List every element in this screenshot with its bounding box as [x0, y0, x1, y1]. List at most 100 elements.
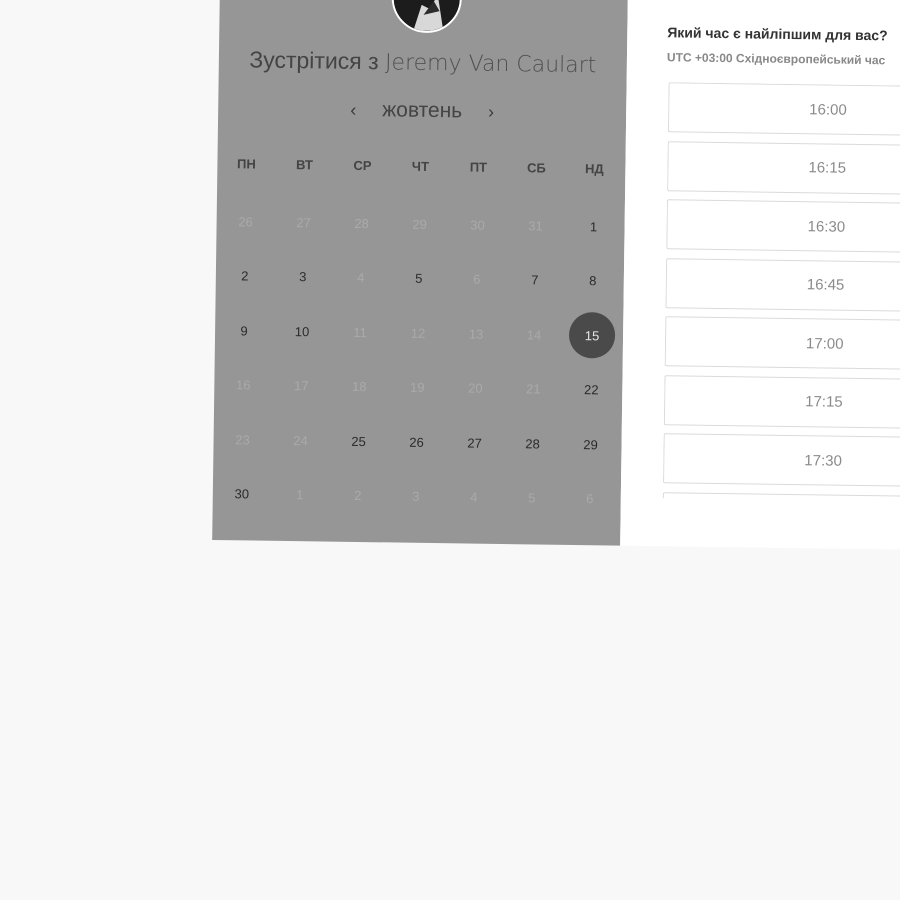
day-number: 30	[470, 217, 485, 233]
time-panel: Який час є найліпшим для вас? UTC +03:00…	[620, 0, 900, 551]
calendar-day[interactable]: 27	[445, 415, 504, 470]
day-number: 1	[296, 487, 304, 503]
day-number: 25	[351, 433, 366, 449]
meeting-title: Зустрітися з Jeremy Van Caulart	[219, 46, 627, 79]
weekday-label: СБ	[526, 160, 546, 176]
day-number: 10	[294, 323, 310, 340]
time-slot-button[interactable]: 17:15	[663, 374, 900, 430]
day-number: 9	[240, 323, 248, 339]
calendar-week: 16 17 18 19 20 21 22	[214, 357, 623, 417]
weekday-label: СР	[353, 157, 372, 174]
calendar-day[interactable]: 3	[273, 249, 332, 304]
calendar-week: 30 1 2 3 4 5 6	[212, 466, 621, 526]
month-navigation: ‹ жовтень ›	[218, 96, 626, 126]
day-number: 2	[241, 268, 249, 284]
day-number: 18	[351, 379, 367, 395]
calendar-day-selected[interactable]: 15	[563, 308, 622, 363]
time-slot-button[interactable]: 17:30	[663, 433, 900, 488]
day-number: 4	[357, 270, 365, 286]
calendar-week: 9 10 11 12 13 14 15	[215, 303, 624, 363]
day-number: 11	[353, 324, 367, 340]
day-number: 28	[354, 215, 369, 231]
calendar-day[interactable]: 22	[562, 362, 621, 417]
calendar-day: 6	[560, 471, 619, 526]
day-number: 19	[409, 379, 425, 396]
day-number: 5	[528, 490, 536, 506]
month-label: жовтень	[382, 98, 463, 123]
day-number: 20	[467, 380, 483, 396]
day-number: 27	[296, 214, 311, 231]
calendar-day[interactable]: 30	[212, 466, 271, 521]
day-number: 31	[528, 218, 543, 234]
prev-month-icon[interactable]: ‹	[340, 100, 366, 121]
calendar-day: 4	[331, 250, 390, 305]
page: Зустрітися з Jeremy Van Caulart ‹ жовтен…	[0, 0, 900, 900]
weekday-label: ПТ	[469, 159, 488, 175]
day-number: 1	[589, 218, 598, 235]
calendar-day: 24	[271, 413, 330, 468]
day-number: 15	[568, 312, 616, 359]
time-slot-button[interactable]: 17:45	[662, 491, 900, 503]
calendar-day: 21	[504, 362, 563, 417]
day-number: 2	[354, 488, 362, 504]
calendar-day: 1	[270, 467, 329, 522]
calendar-day[interactable]: 7	[505, 253, 564, 308]
day-number: 22	[583, 382, 599, 398]
day-number: 17	[294, 378, 309, 394]
calendar-day[interactable]: 25	[329, 414, 388, 469]
day-number: 26	[409, 434, 424, 450]
calendar-day[interactable]: 28	[503, 416, 562, 471]
time-slot-button[interactable]: 16:00	[667, 82, 900, 137]
weekday-label: ЧТ	[411, 158, 430, 174]
day-number: 5	[415, 271, 423, 287]
calendar-day[interactable]: 9	[215, 303, 274, 358]
time-slot-button[interactable]: 16:15	[667, 140, 900, 196]
calendar-day[interactable]: 8	[563, 253, 622, 308]
time-slot-list[interactable]: 16:0016:1516:3016:4517:0017:1517:30 17:45	[662, 82, 900, 503]
next-month-icon[interactable]: ›	[478, 102, 504, 123]
day-number: 6	[473, 271, 481, 287]
day-number: 24	[293, 432, 308, 449]
day-grid: 26 27 28 29 30 31 1 2 3 4 5 6 7 8 9 10 11 12 13 14 15 16 17 18 1…	[212, 194, 625, 527]
day-number: 3	[412, 488, 420, 505]
calendar-day: 20	[446, 361, 505, 416]
day-number: 14	[526, 327, 542, 343]
day-number: 23	[235, 432, 250, 448]
calendar-day[interactable]: 1	[564, 199, 623, 254]
day-number: 21	[525, 381, 541, 397]
calendar-day: 5	[502, 471, 561, 526]
day-number: 3	[299, 269, 307, 285]
calendar-day[interactable]: 29	[561, 417, 620, 472]
calendar-day[interactable]: 10	[273, 304, 332, 359]
day-number: 7	[531, 272, 539, 288]
calendar-week: 23 24 25 26 27 28 29	[213, 412, 622, 472]
time-slot-button[interactable]: 16:30	[666, 199, 900, 254]
calendar-day: 14	[505, 307, 564, 362]
calendar-day[interactable]: 26	[387, 414, 446, 469]
calendar-day: 18	[330, 359, 389, 414]
host-avatar	[391, 0, 463, 34]
day-number: 27	[467, 435, 482, 451]
calendar-day: 6	[447, 252, 506, 307]
day-number: 16	[236, 377, 251, 393]
day-number: 12	[410, 325, 426, 341]
calendar-day: 27	[274, 195, 333, 250]
day-number: 29	[583, 436, 598, 453]
calendar-day[interactable]: 5	[389, 251, 448, 306]
time-slot-button[interactable]: 17:00	[664, 316, 900, 371]
calendar-day: 16	[214, 357, 273, 412]
calendar-week: 2 3 4 5 6 7 8	[215, 248, 624, 308]
weekday-label: НД	[584, 161, 604, 177]
day-number: 13	[468, 326, 484, 342]
calendar-day: 30	[448, 197, 507, 252]
calendar-day: 29	[390, 196, 449, 251]
calendar-day: 13	[447, 306, 506, 361]
calendar-day: 4	[444, 470, 503, 525]
time-slot-button[interactable]: 16:45	[665, 257, 900, 313]
calendar-panel: Зустрітися з Jeremy Van Caulart ‹ жовтен…	[212, 0, 628, 546]
calendar-day: 11	[331, 305, 390, 360]
calendar-day: 3	[386, 469, 445, 524]
calendar-day[interactable]: 2	[215, 248, 274, 303]
calendar-day: 2	[328, 468, 387, 523]
calendar-day: 19	[388, 360, 447, 415]
